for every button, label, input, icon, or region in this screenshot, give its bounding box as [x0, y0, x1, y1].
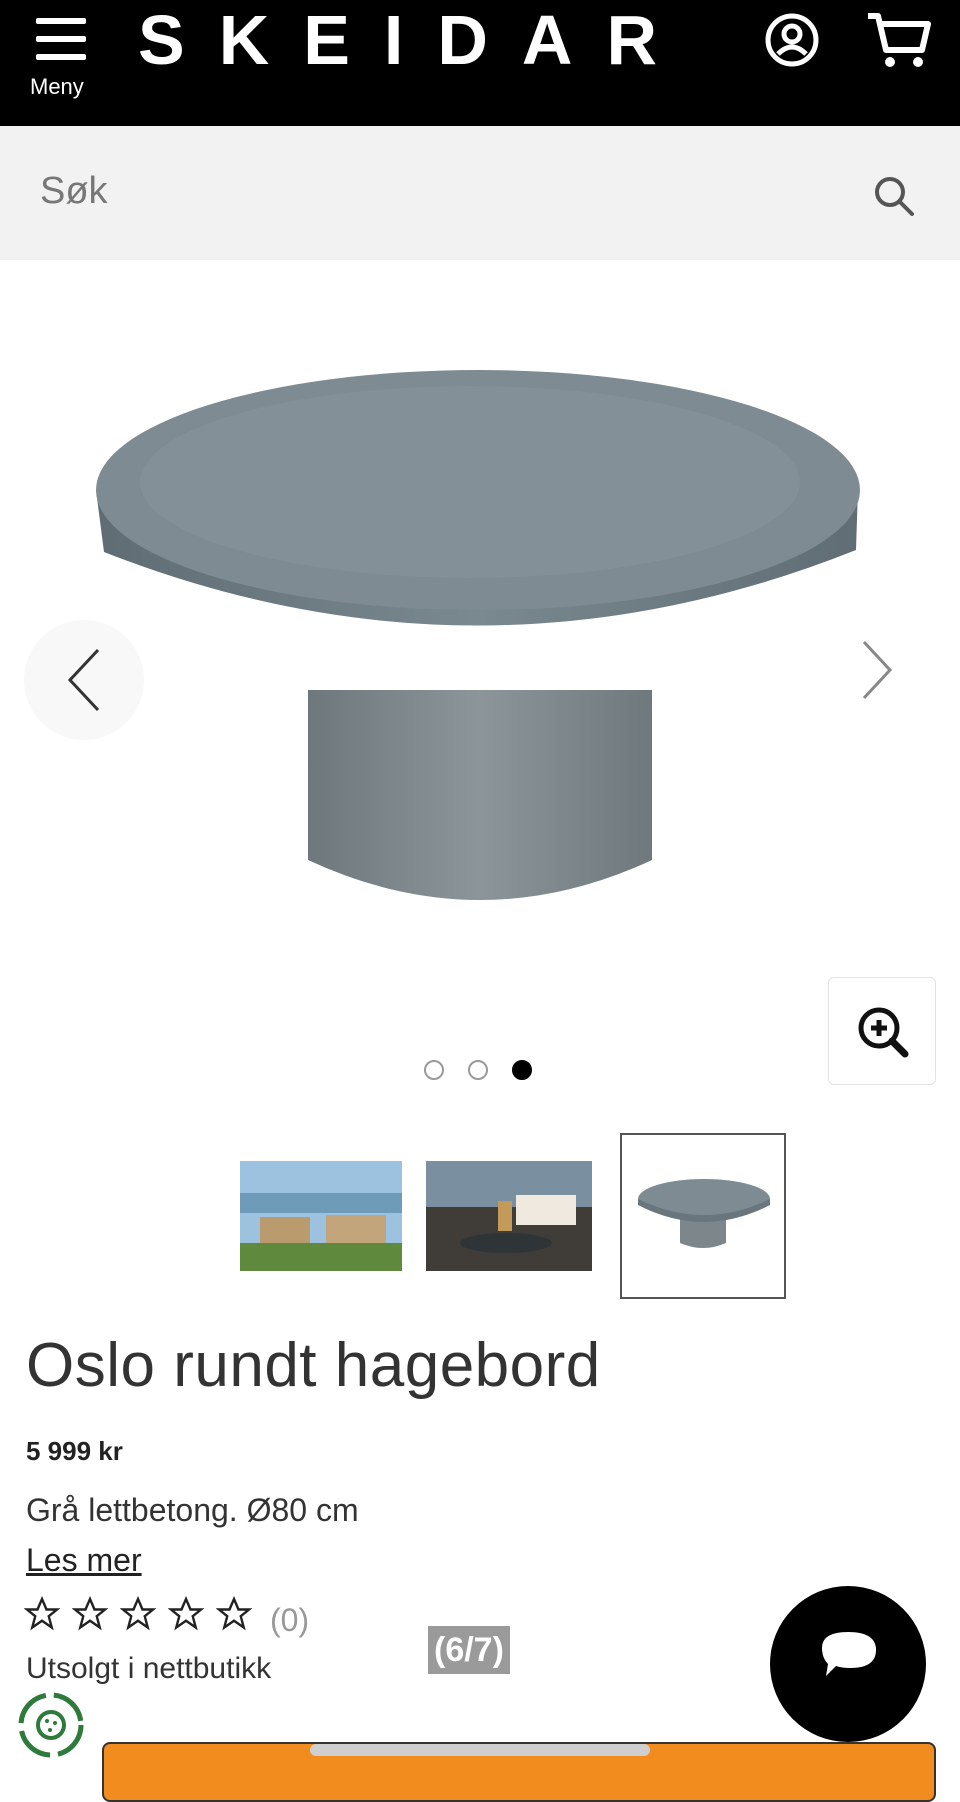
review-count[interactable]: (0) [270, 1602, 309, 1639]
product-short-description: Grå lettbetong. Ø80 cm [26, 1492, 359, 1528]
previous-image-button[interactable] [24, 620, 144, 740]
thumbnail-2[interactable] [426, 1133, 592, 1299]
thumbnail-3[interactable] [620, 1133, 786, 1299]
read-more-link[interactable]: Les mer [26, 1542, 142, 1579]
star-empty-icon [72, 1596, 108, 1631]
recycle-icon[interactable] [14, 1688, 88, 1762]
chevron-left-icon [67, 648, 100, 712]
star-empty-icon [168, 1596, 204, 1631]
product-price: 5 999 kr [26, 1436, 123, 1466]
availability-status: Utsolgt i nettbutikk [26, 1652, 272, 1685]
search-input[interactable]: Søk [40, 170, 108, 213]
top-navigation-bar: Meny SKEIDAR [0, 0, 960, 126]
hamburger-icon-bar [36, 54, 86, 60]
thumbnail-1[interactable] [236, 1133, 402, 1299]
zoom-in-icon [858, 1007, 909, 1058]
chat-button[interactable] [770, 1586, 926, 1742]
product-title: Oslo rundt hagebord [26, 1331, 601, 1400]
menu-label: Meny [30, 74, 84, 99]
product-image [96, 370, 860, 900]
star-empty-icon [24, 1596, 60, 1631]
chevron-right-icon [862, 640, 893, 700]
next-image-button[interactable] [824, 620, 924, 720]
chat-bubble-icon [822, 1632, 876, 1676]
home-indicator [310, 1744, 650, 1756]
star-empty-icon [120, 1596, 156, 1631]
product-image-carousel[interactable] [0, 260, 960, 1110]
carousel-dot-2[interactable] [468, 1060, 488, 1080]
carousel-dot-1[interactable] [424, 1060, 444, 1080]
hamburger-icon [36, 18, 86, 24]
image-counter-overlay: (6/7) [428, 1626, 510, 1674]
cart-icon[interactable] [866, 10, 932, 75]
zoom-button[interactable] [828, 977, 936, 1085]
menu-button[interactable]: Meny [28, 14, 96, 106]
search-bar[interactable]: Søk [0, 126, 960, 260]
search-icon[interactable] [872, 174, 916, 223]
skeidar-logo[interactable]: SKEIDAR [138, 2, 691, 78]
star-empty-icon [216, 1596, 252, 1631]
hamburger-icon-bar [36, 36, 86, 42]
account-icon[interactable] [764, 12, 820, 73]
carousel-dot-3[interactable] [512, 1060, 532, 1080]
